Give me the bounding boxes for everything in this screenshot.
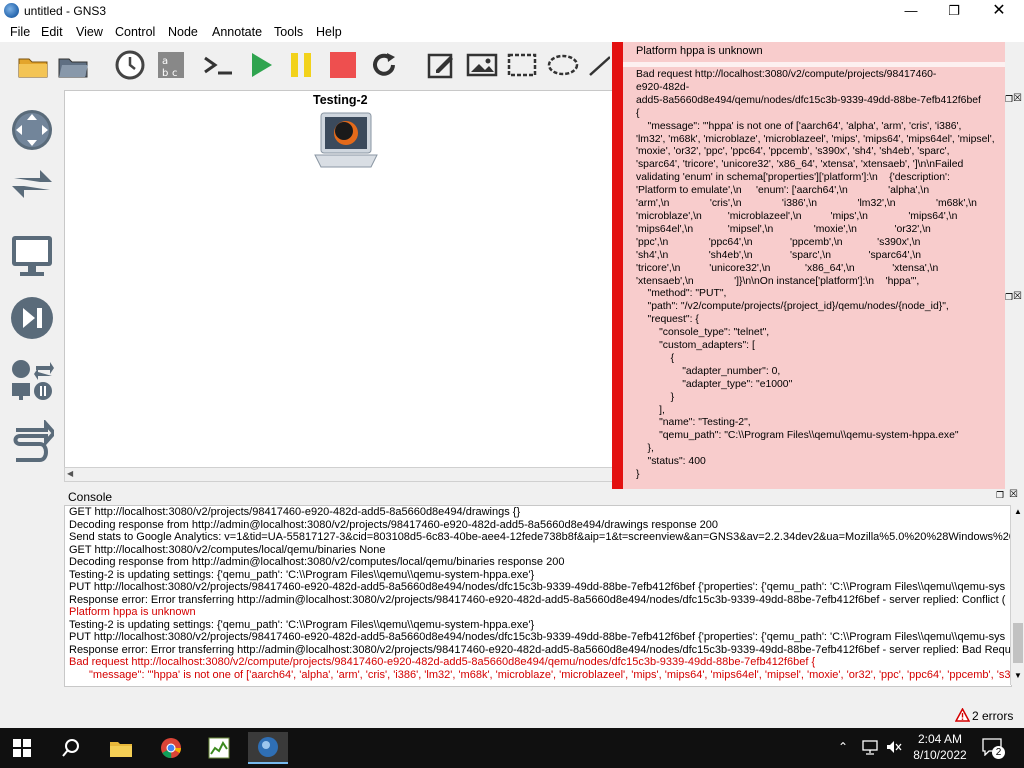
qemu-node-icon[interactable] [313, 111, 379, 178]
error-accent-bar [612, 42, 623, 489]
window-title: untitled - GNS3 [24, 4, 107, 18]
minimize-button[interactable]: — [888, 0, 934, 22]
end-devices-icon[interactable] [8, 232, 56, 280]
device-dock [0, 90, 62, 480]
console-vertical-scrollbar[interactable]: ▲ ▼ [1010, 505, 1024, 685]
close-button[interactable]: ✕ [976, 0, 1022, 22]
windows-taskbar: ⌃ 2:04 AM 8/10/2022 2 [0, 728, 1024, 768]
error-count[interactable]: 2 errors [972, 709, 1013, 723]
snapshot-clock-icon[interactable] [113, 48, 147, 82]
dock-float-icon[interactable]: ❐ [1005, 94, 1013, 105]
scroll-left-arrow-icon[interactable]: ◀ [67, 469, 73, 478]
show-interface-labels-icon[interactable]: acb [154, 48, 188, 82]
file-explorer-icon[interactable] [101, 732, 141, 764]
svg-text:a: a [162, 56, 168, 67]
console-close-icon[interactable]: ☒ [1009, 489, 1018, 500]
error-warning-icon[interactable] [954, 707, 971, 725]
new-project-icon[interactable] [16, 48, 50, 82]
console-output[interactable]: GET http://localhost:3080/v2/projects/98… [64, 505, 1012, 687]
draw-rectangle-icon[interactable] [505, 48, 539, 82]
routers-icon[interactable] [8, 106, 56, 154]
node-label[interactable]: Testing-2 [313, 93, 368, 107]
console-line: Decoding response from http://admin@loca… [69, 556, 565, 568]
console-line: Testing-2 is updating settings: {'qemu_p… [69, 568, 535, 581]
error-separator [623, 62, 1005, 67]
console-line: PUT http://localhost:3080/v2/projects/98… [69, 631, 1006, 643]
menu-help[interactable]: Help [316, 25, 342, 39]
menu-tools[interactable]: Tools [274, 25, 303, 39]
task-manager-icon[interactable] [199, 732, 239, 764]
stop-all-icon[interactable] [326, 48, 360, 82]
console-all-icon[interactable] [202, 48, 236, 82]
add-note-icon[interactable] [424, 48, 458, 82]
console-line: GET http://localhost:3080/v2/computes/lo… [69, 543, 386, 556]
suspend-all-icon[interactable] [284, 48, 318, 82]
security-devices-icon[interactable] [8, 294, 56, 342]
network-icon[interactable] [862, 739, 878, 758]
search-icon[interactable] [51, 732, 91, 764]
notification-badge: 2 [992, 746, 1005, 759]
scroll-up-arrow-icon[interactable]: ▲ [1014, 507, 1022, 516]
topology-canvas[interactable]: Testing-2 [64, 90, 614, 468]
console-line: Send stats to Google Analytics: v=1&tid=… [69, 531, 1012, 543]
menu-node[interactable]: Node [168, 25, 198, 39]
insert-picture-icon[interactable] [465, 48, 499, 82]
volume-muted-icon[interactable] [886, 739, 902, 758]
error-body: Bad request http://localhost:3080/v2/com… [636, 69, 995, 481]
dock-close-icon[interactable]: ☒ [1013, 93, 1022, 104]
error-notification-popup[interactable]: Platform hppa is unknown Bad request htt… [612, 42, 1005, 489]
console-line: Response error: Error transferring http:… [69, 643, 1011, 656]
draw-line-icon[interactable] [588, 48, 610, 82]
scrollbar-thumb[interactable] [1013, 623, 1023, 663]
draw-ellipse-icon[interactable] [546, 48, 580, 82]
open-project-icon[interactable] [56, 48, 90, 82]
error-header: Platform hppa is unknown [636, 45, 763, 57]
windows-start-icon[interactable] [2, 732, 42, 764]
right-dock-edge: ❐ ☒ ❐ ☒ [1005, 90, 1024, 480]
console-line: Platform hppa is unknown [69, 606, 196, 618]
start-all-icon[interactable] [244, 48, 278, 82]
clock-date: 8/10/2022 [913, 748, 967, 762]
menu-edit[interactable]: Edit [41, 25, 63, 39]
status-bar: 2 errors [0, 704, 1024, 728]
dock-close-icon-2[interactable]: ☒ [1013, 291, 1022, 302]
console-line: Decoding response from http://admin@loca… [69, 518, 718, 531]
console-line: GET http://localhost:3080/v2/projects/98… [69, 506, 521, 518]
all-devices-icon[interactable] [8, 356, 56, 404]
menu-control[interactable]: Control [115, 25, 155, 39]
menu-file[interactable]: File [10, 25, 30, 39]
clock[interactable]: 2:04 AM 8/10/2022 [910, 731, 970, 763]
reload-all-icon[interactable] [367, 48, 401, 82]
menu-annotate[interactable]: Annotate [212, 25, 262, 39]
tray-chevron-icon[interactable]: ⌃ [838, 740, 848, 754]
title-bar: untitled - GNS3 — ❐ ✕ [0, 0, 1024, 22]
canvas-horizontal-scrollbar[interactable]: ◀ [64, 467, 614, 482]
console-line: PUT http://localhost:3080/v2/projects/98… [69, 581, 1006, 593]
console-float-icon[interactable]: ❐ [996, 490, 1004, 501]
dock-float-icon-2[interactable]: ❐ [1005, 292, 1013, 303]
console-line: "message": "'hppa' is not one of ['aarch… [89, 668, 1012, 681]
svg-text:b: b [162, 68, 168, 79]
switches-icon[interactable] [8, 160, 56, 208]
console-line: Response error: Error transferring http:… [69, 593, 1006, 606]
add-link-icon[interactable] [8, 418, 56, 466]
gns3-app-icon [4, 3, 19, 18]
scroll-down-arrow-icon[interactable]: ▼ [1014, 671, 1022, 680]
console-line: Bad request http://localhost:3080/v2/com… [69, 656, 816, 668]
chrome-icon[interactable] [151, 732, 191, 764]
clock-time: 2:04 AM [917, 732, 963, 746]
console-title: Console [68, 490, 113, 504]
svg-text:c: c [172, 68, 178, 79]
menu-view[interactable]: View [76, 25, 103, 39]
menu-bar: File Edit View Control Node Annotate Too… [0, 22, 1024, 42]
console-line: Testing-2 is updating settings: {'qemu_p… [69, 618, 535, 631]
maximize-button[interactable]: ❐ [931, 0, 977, 22]
console-dock-header: Console ❐ ☒ [64, 489, 1024, 505]
gns3-taskbar-icon[interactable] [248, 732, 288, 764]
